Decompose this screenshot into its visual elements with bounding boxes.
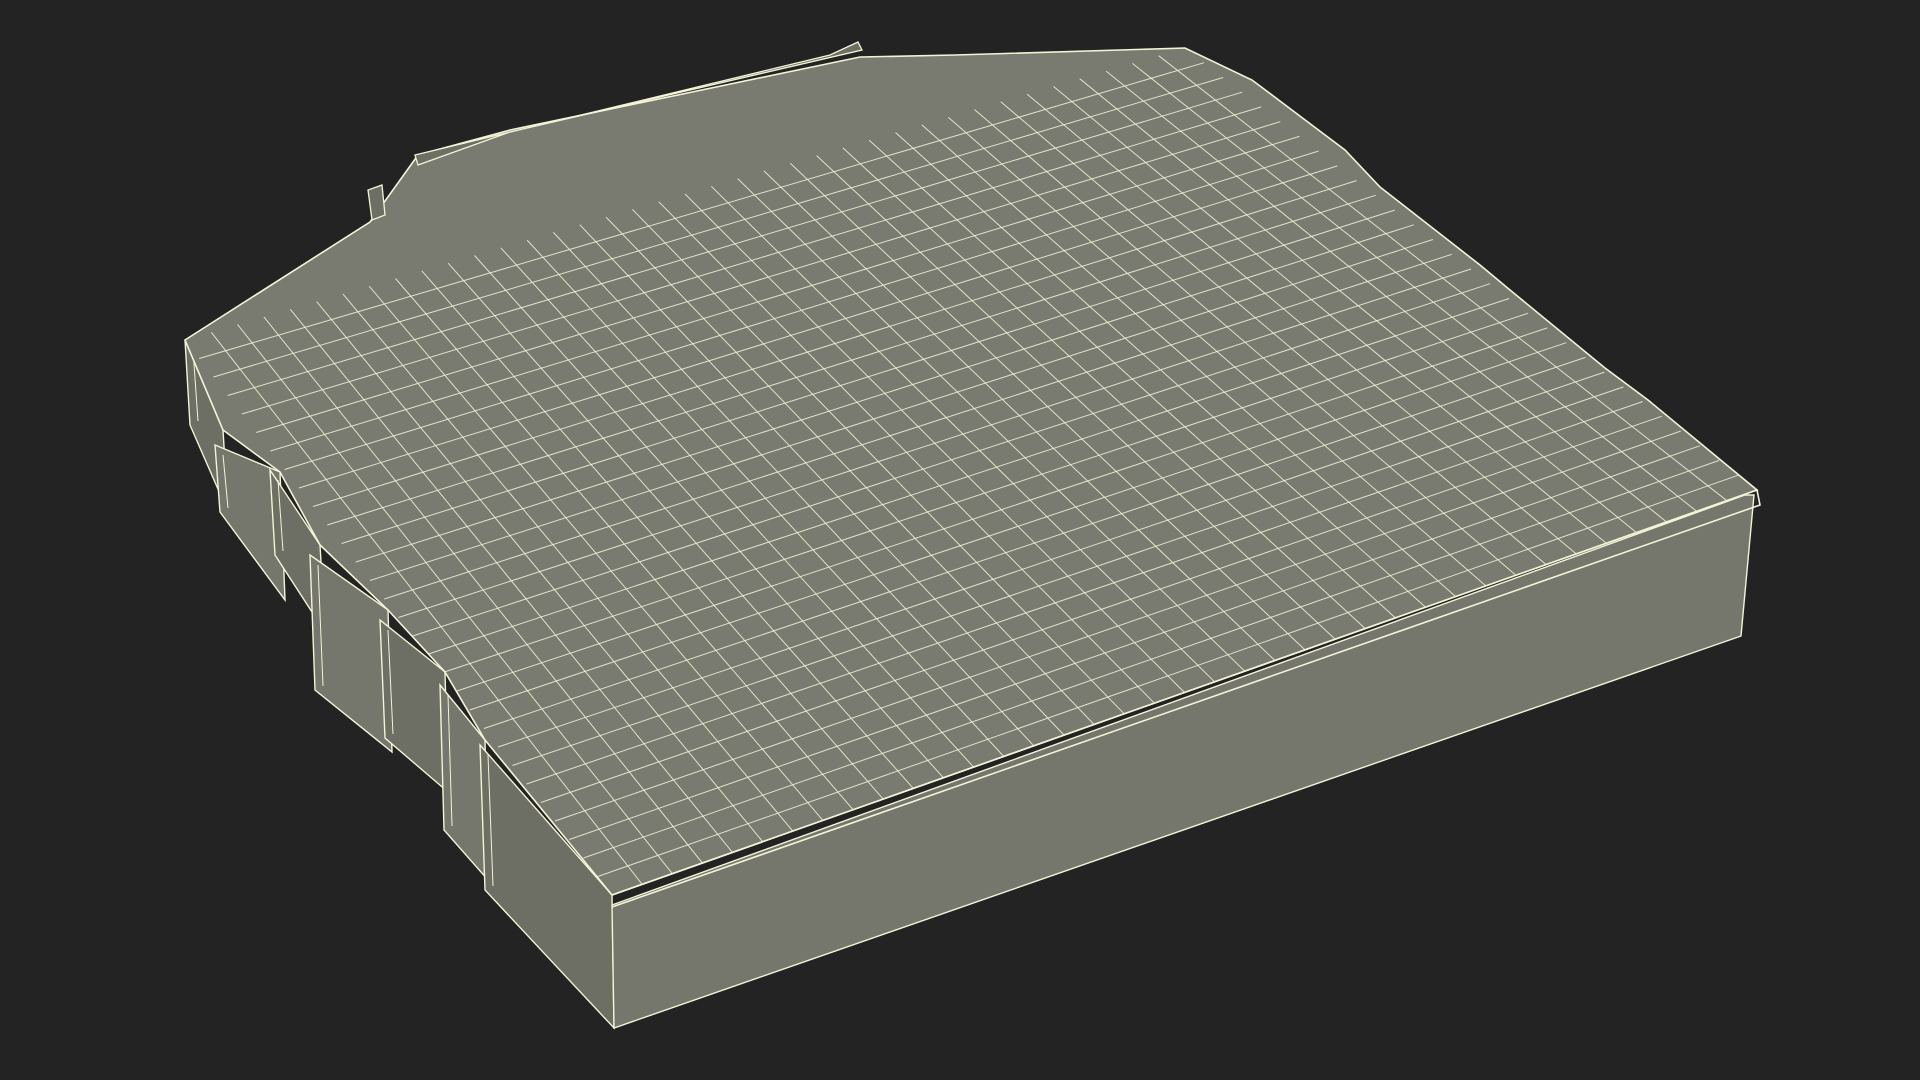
building-wireframe-model bbox=[0, 0, 1920, 1080]
render-viewport bbox=[0, 0, 1920, 1080]
